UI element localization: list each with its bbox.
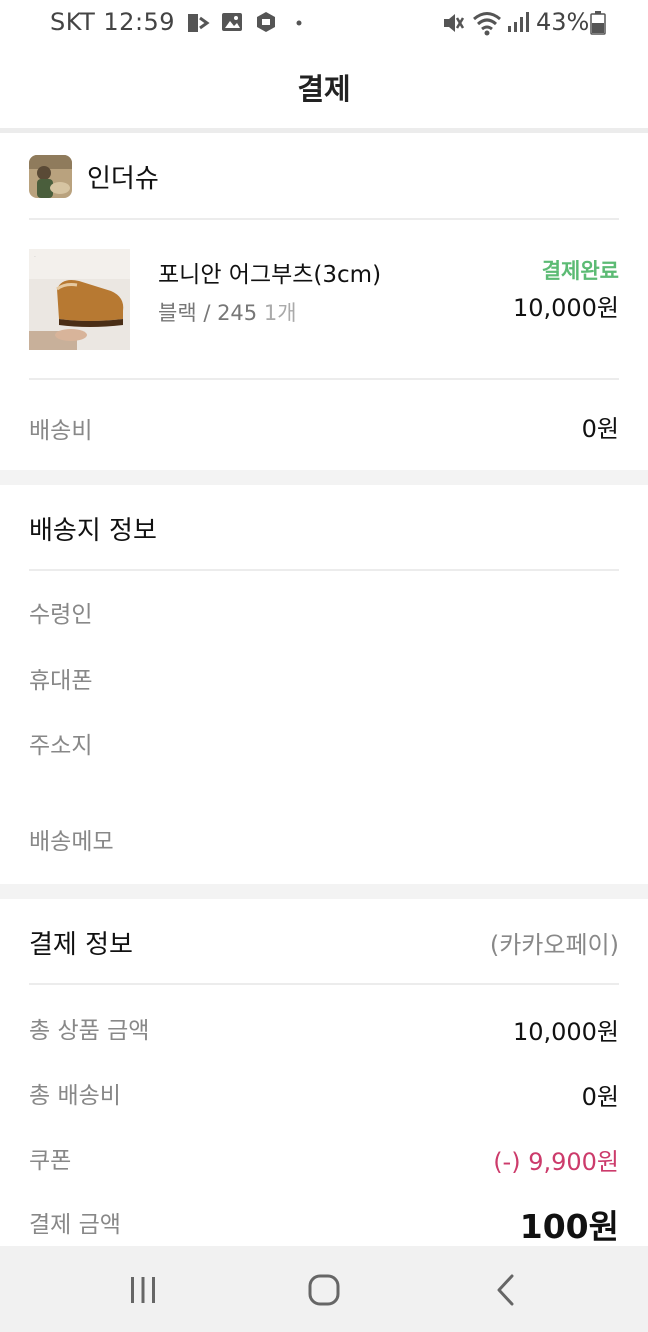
product-price: 10,000원 <box>512 294 619 322</box>
product-image[interactable]: · <box>29 249 130 350</box>
payment-divider <box>29 983 619 985</box>
back-icon[interactable] <box>486 1270 526 1310</box>
section-separator <box>0 470 648 485</box>
coupon-discount-value: (-) 9,900원 <box>493 1148 619 1176</box>
coupon-label: 쿠폰 <box>29 1148 72 1174</box>
phone-label: 휴대폰 <box>29 668 93 694</box>
subtotal-value: 10,000원 <box>512 1018 619 1046</box>
system-navigation-bar <box>0 1246 648 1332</box>
store-logo-image <box>29 155 72 198</box>
dot-icon <box>296 20 302 26</box>
payment-status-badge: 결제완료 <box>541 259 619 283</box>
shipping-fee-label: 배송비 <box>29 418 93 444</box>
store-name[interactable]: 인더슈 <box>87 158 159 195</box>
product-option-text: 블랙 / 245 <box>158 301 258 325</box>
store-divider <box>29 218 619 220</box>
battery-icon <box>590 11 606 35</box>
total-shipping-value: 0원 <box>581 1083 619 1111</box>
pay-icon <box>188 14 210 32</box>
payment-amount-label: 결제 금액 <box>29 1212 121 1238</box>
box-app-icon <box>257 12 275 32</box>
product-divider <box>29 378 619 380</box>
total-shipping-label: 총 배송비 <box>29 1083 121 1109</box>
battery-percent: 43% <box>536 8 590 36</box>
payment-method: (카카오페이) <box>489 931 619 959</box>
payment-amount-value: 100원 <box>519 1207 619 1246</box>
gallery-icon <box>222 13 242 31</box>
recipient-label: 수령인 <box>29 602 93 628</box>
boots-image: · <box>29 249 130 350</box>
subtotal-label: 총 상품 금액 <box>29 1018 150 1044</box>
status-time: SKT 12:59 <box>50 8 176 36</box>
shipping-fee-value: 0원 <box>581 415 619 443</box>
delivery-info-title: 배송지 정보 <box>29 516 157 546</box>
app-header: 결제 <box>0 46 648 130</box>
svg-text:·: · <box>34 254 36 261</box>
home-icon[interactable] <box>304 1270 344 1310</box>
page-title: 결제 <box>297 72 351 106</box>
address-label: 주소지 <box>29 733 93 759</box>
delivery-memo-label: 배송메모 <box>29 829 114 855</box>
status-bar: SKT 12:59 43% <box>0 0 648 46</box>
mute-vibrate-icon <box>444 14 465 32</box>
store-logo <box>29 155 72 198</box>
header-divider <box>0 128 648 133</box>
product-name[interactable]: 포니안 어그부츠(3cm) <box>158 255 381 289</box>
wifi-icon <box>473 12 501 36</box>
delivery-divider <box>29 569 619 571</box>
product-option: 블랙 / 245 1개 <box>158 297 297 327</box>
signal-icon <box>508 12 529 32</box>
payment-info-title: 결제 정보 <box>29 930 133 960</box>
recent-apps-icon[interactable] <box>123 1270 163 1310</box>
section-separator <box>0 884 648 899</box>
product-quantity: 1개 <box>263 301 297 325</box>
